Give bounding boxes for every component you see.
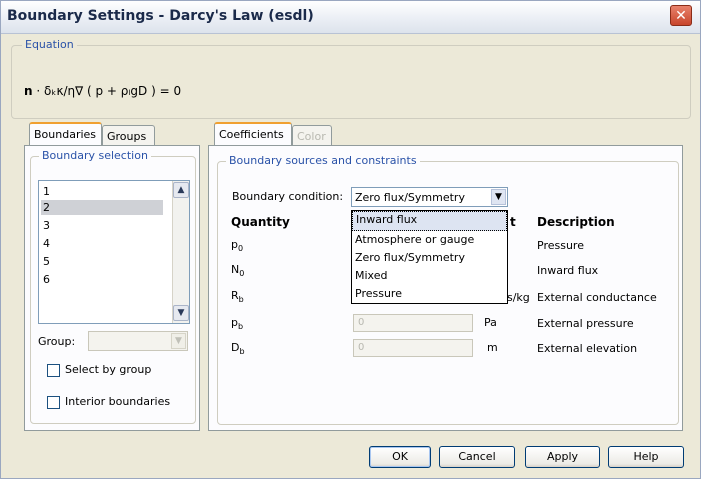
input-value: 0: [358, 342, 365, 353]
dropdown-option-label: Mixed: [355, 269, 388, 282]
boundary-condition-arrow[interactable]: ▼: [491, 189, 506, 205]
row-description: External conductance: [537, 291, 657, 304]
row-description: External elevation: [537, 342, 638, 355]
dropdown-option[interactable]: Pressure: [352, 285, 507, 303]
row-description: Inward flux: [537, 264, 599, 277]
apply-button[interactable]: Apply: [525, 446, 600, 468]
list-item[interactable]: 2: [41, 200, 163, 215]
quantity-symbol-subscript: 0: [237, 244, 244, 254]
boundary-condition-select[interactable]: Zero flux/Symmetry ▼: [351, 187, 508, 207]
boundary-list[interactable]: 1 2 3 4 5 6 ▲ ▼: [38, 180, 190, 324]
unit-header: t: [510, 215, 516, 229]
close-icon: ✕: [675, 8, 687, 24]
list-item-label: 2: [43, 201, 50, 214]
input-value: 0: [358, 317, 365, 328]
scroll-up-button[interactable]: ▲: [173, 182, 189, 198]
list-scrollbar[interactable]: ▲ ▼: [172, 181, 189, 323]
tab-groups[interactable]: Groups: [102, 125, 155, 146]
quantity-symbol-subscript: b: [239, 347, 245, 357]
dropdown-option-label: Atmosphere or gauge: [355, 233, 475, 246]
external-elevation-input[interactable]: 0: [353, 339, 473, 357]
title-bar[interactable]: Boundary Settings - Darcy's Law (esdl) ✕: [1, 1, 700, 34]
chevron-up-icon: ▲: [177, 185, 185, 195]
dropdown-option-label: Zero flux/Symmetry: [355, 251, 465, 264]
scroll-down-button[interactable]: ▼: [173, 305, 189, 321]
boundary-settings-dialog: Boundary Settings - Darcy's Law (esdl) ✕…: [0, 0, 701, 479]
ok-button[interactable]: OK: [369, 446, 431, 468]
equation-normal-vector: n: [24, 84, 33, 98]
quantity-symbol: N0: [231, 263, 244, 278]
tab-color[interactable]: Color: [292, 125, 332, 146]
quantity-symbol: Rb: [231, 289, 244, 304]
list-item-label: 4: [43, 237, 50, 250]
quantity-header: Quantity: [231, 215, 290, 229]
boundary-condition-label: Boundary condition:: [232, 190, 344, 203]
close-button[interactable]: ✕: [670, 5, 692, 26]
list-item[interactable]: 1: [41, 184, 163, 199]
tab-groups-label: Groups: [107, 130, 147, 143]
help-button[interactable]: Help: [608, 446, 684, 468]
boundary-condition-value: Zero flux/Symmetry: [355, 191, 465, 204]
tab-color-label: Color: [297, 130, 326, 143]
list-item[interactable]: 3: [41, 218, 163, 233]
row-unit: Pa: [484, 316, 497, 329]
quantity-symbol-subscript: b: [238, 295, 244, 305]
constraints-legend: Boundary sources and constraints: [226, 154, 420, 167]
quantity-symbol-letter: p: [231, 316, 238, 329]
row-description: Pressure: [537, 239, 584, 252]
list-item-label: 6: [43, 273, 50, 286]
list-item-label: 1: [43, 185, 50, 198]
chevron-down-icon: ▼: [495, 192, 502, 202]
equation-group: Equation n · δₖκ/η∇ ( p + ρₗgD ) = 0: [11, 38, 691, 119]
list-item[interactable]: 6: [41, 272, 163, 287]
list-item-label: 5: [43, 255, 50, 268]
equation-text: n · δₖκ/η∇ ( p + ρₗgD ) = 0: [24, 84, 181, 98]
quantity-symbol-letter: N: [231, 263, 240, 276]
dropdown-option-label: Pressure: [355, 287, 402, 300]
row-description: External pressure: [537, 317, 634, 330]
group-label: Group:: [38, 335, 76, 348]
group-select[interactable]: ▼: [88, 331, 188, 351]
boundary-condition-dropdown: Inward flux Atmosphere or gauge Zero flu…: [351, 210, 508, 304]
equation-legend: Equation: [22, 38, 77, 51]
boundaries-panel: Boundary selection 1 2 3 4 5 6 ▲ ▼ Group…: [24, 145, 200, 431]
dropdown-option[interactable]: Inward flux: [352, 211, 507, 231]
list-item[interactable]: 5: [41, 254, 163, 269]
select-by-group-label: Select by group: [65, 363, 152, 376]
quantity-symbol: p0: [231, 238, 243, 253]
row-unit: s/kg: [507, 291, 530, 304]
quantity-symbol: Db: [231, 341, 245, 356]
group-select-arrow[interactable]: ▼: [171, 333, 186, 349]
tab-boundaries[interactable]: Boundaries: [29, 122, 102, 146]
chevron-down-icon: ▼: [177, 308, 185, 318]
dropdown-option[interactable]: Atmosphere or gauge: [352, 231, 507, 249]
tab-coefficients[interactable]: Coefficients: [214, 122, 292, 146]
interior-boundaries-label: Interior boundaries: [65, 395, 171, 408]
dropdown-option[interactable]: Mixed: [352, 267, 507, 285]
cancel-button[interactable]: Cancel: [439, 446, 515, 468]
quantity-symbol-subscript: 0: [239, 269, 245, 279]
select-by-group-checkbox[interactable]: [47, 364, 60, 377]
tab-boundaries-label: Boundaries: [34, 128, 97, 141]
quantity-symbol-letter: p: [231, 238, 238, 251]
tab-coefficients-label: Coefficients: [219, 128, 284, 141]
interior-boundaries-checkbox[interactable]: [47, 396, 60, 409]
list-item[interactable]: 4: [41, 236, 163, 251]
quantity-symbol: pb: [231, 316, 243, 331]
row-unit: m: [487, 341, 498, 354]
external-pressure-input[interactable]: 0: [353, 314, 473, 332]
dropdown-option[interactable]: Zero flux/Symmetry: [352, 249, 507, 267]
window-title: Boundary Settings - Darcy's Law (esdl): [7, 8, 314, 24]
quantity-symbol-subscript: b: [237, 322, 244, 332]
boundary-selection-legend: Boundary selection: [39, 149, 151, 162]
chevron-down-icon: ▼: [175, 336, 182, 346]
description-header: Description: [537, 215, 615, 229]
list-item-label: 3: [43, 219, 50, 232]
equation-expression: · δₖκ/η∇ ( p + ρₗgD ) = 0: [32, 84, 182, 98]
quantity-symbol-letter: R: [231, 289, 239, 302]
dropdown-option-label: Inward flux: [356, 213, 418, 226]
